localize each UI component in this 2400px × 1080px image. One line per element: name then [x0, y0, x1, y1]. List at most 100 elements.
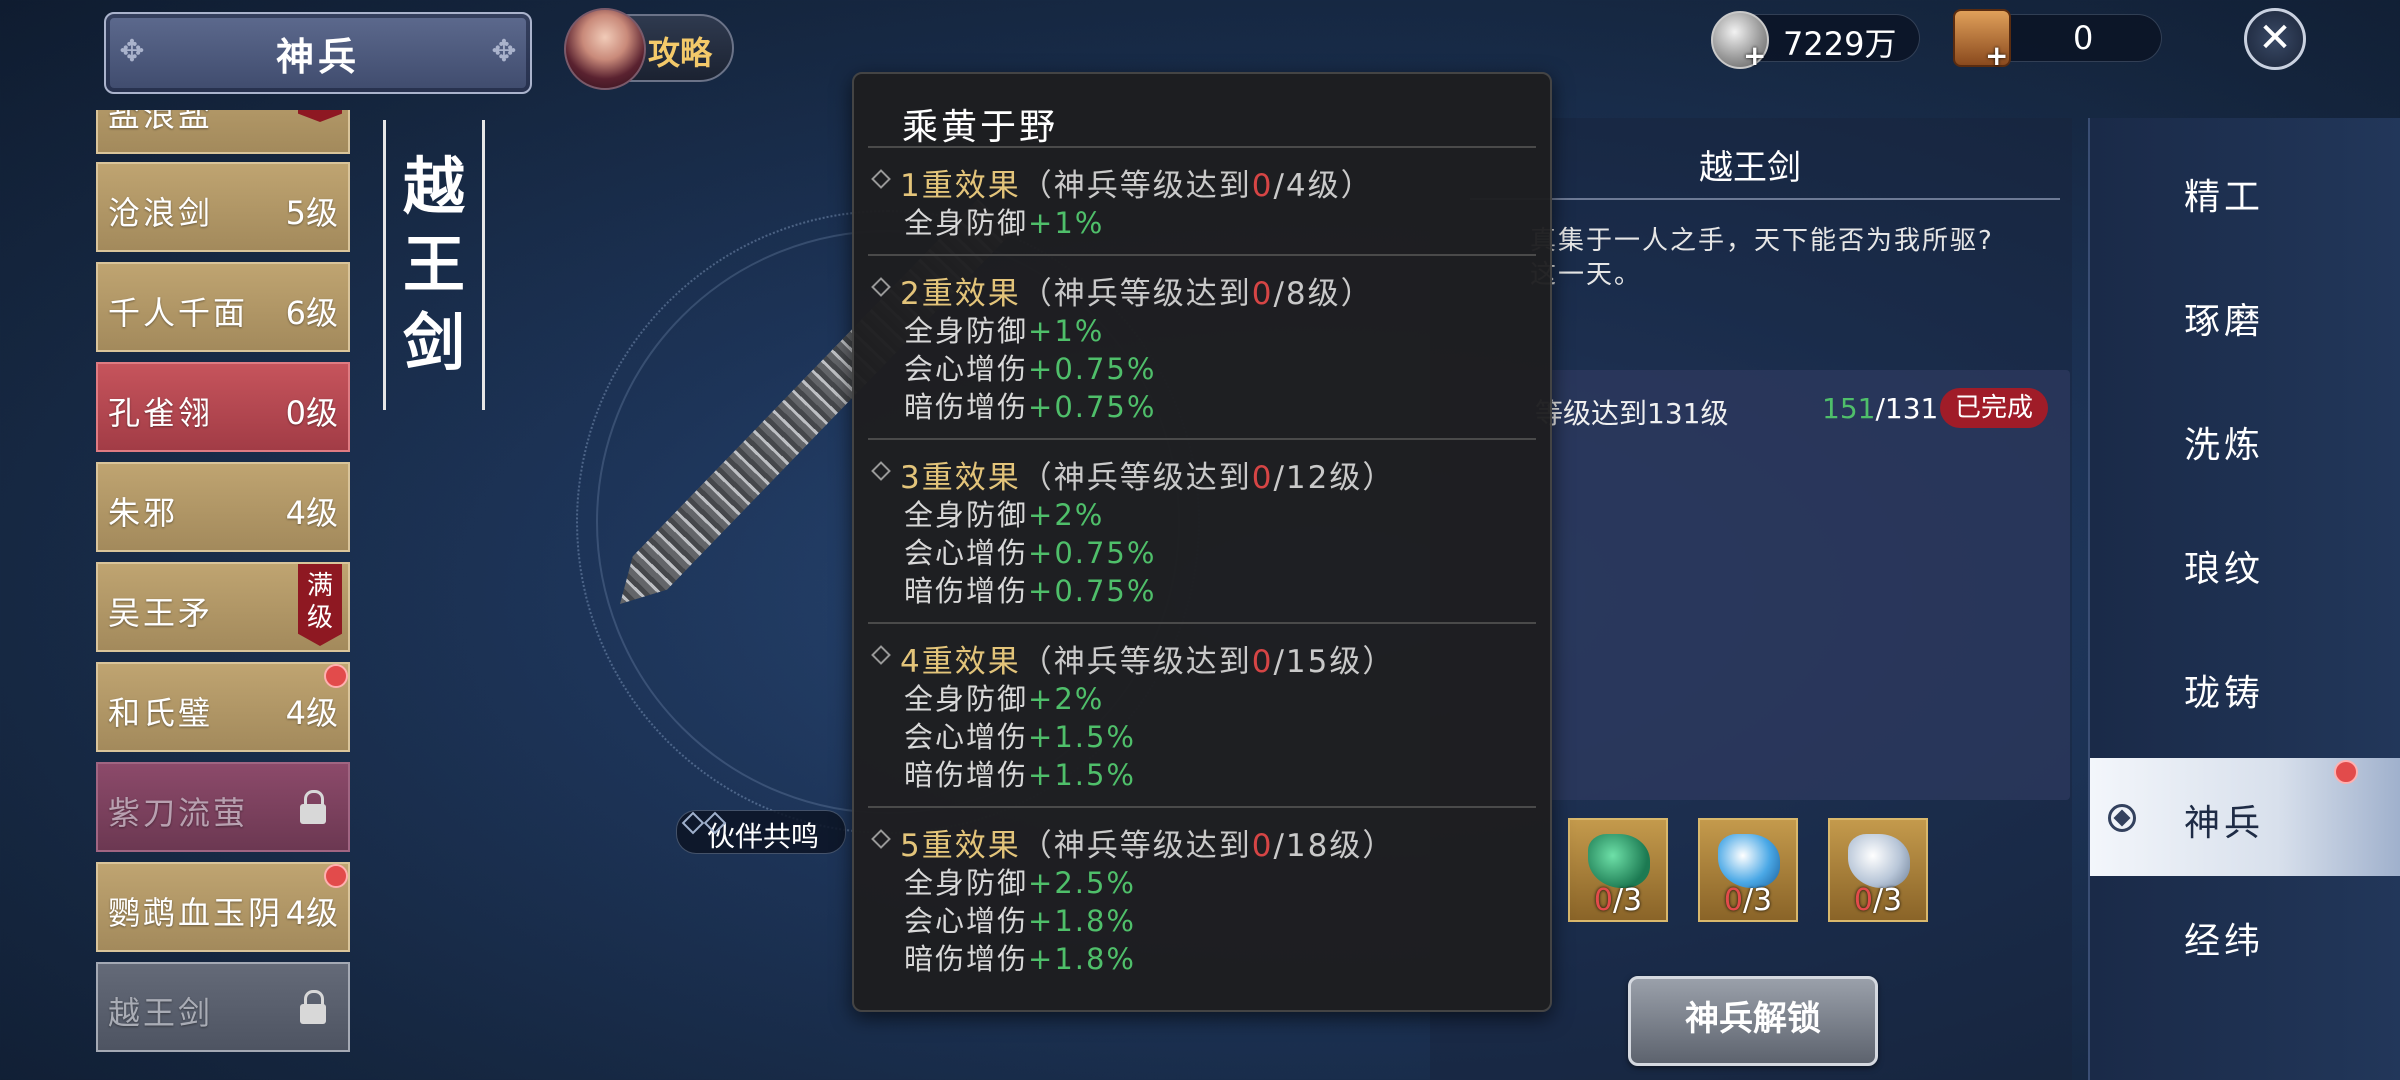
tier-heading: 1重效果（神兵等级达到0/4级）	[900, 168, 1374, 204]
ornament-left-icon: ✥	[119, 34, 145, 69]
weapon-name: 盐浪盐	[108, 110, 214, 134]
selected-icon	[2108, 804, 2136, 832]
tier-stat: 会心增伤+0.75%	[904, 536, 1157, 570]
max-level-badge: 级	[298, 110, 342, 122]
menu-label: 琢磨	[2184, 301, 2265, 342]
diamond-icon	[871, 277, 891, 297]
weapon-name: 紫刀流萤	[108, 794, 249, 832]
material-count: 0/3	[1723, 883, 1773, 918]
add-silver-icon: +	[1743, 39, 1767, 72]
list-item[interactable]: 越王剑	[96, 962, 350, 1052]
menu-label: 精工	[2184, 177, 2265, 218]
list-item[interactable]: 朱邪 4级	[96, 462, 350, 552]
partner-resonance-button[interactable]: 伙伴共鸣	[676, 810, 846, 854]
material-slot[interactable]: 0/3	[1828, 818, 1928, 922]
silver-ore-icon	[1848, 834, 1910, 888]
list-item[interactable]: 孔雀翎 0级	[96, 362, 350, 452]
weapon-list[interactable]: 盐浪盐 级 沧浪剑 5级 千人千面 6级 孔雀翎 0级 朱邪 4级 吴王矛 满级…	[96, 110, 354, 1065]
tier-stat: 全身防御+2%	[904, 682, 1105, 716]
tier-stat: 全身防御+2%	[904, 498, 1105, 532]
list-item[interactable]: 鹦鹉血玉阴 4级	[96, 862, 350, 952]
title-char: 剑	[402, 306, 465, 379]
menu-label: 琅纹	[2184, 549, 2265, 590]
max-level-badge: 满级	[298, 564, 342, 646]
menu-item-xilian[interactable]: 洗炼	[2090, 380, 2400, 498]
tier-stat: 全身防御+2.5%	[904, 866, 1136, 900]
list-item[interactable]: 和氏璧 4级	[96, 662, 350, 752]
diamond-icon	[871, 461, 891, 481]
list-item[interactable]: 沧浪剑 5级	[96, 162, 350, 252]
requirement-progress: 151/131	[1822, 392, 1939, 425]
diamond-icon	[871, 645, 891, 665]
tier-stat: 暗伤增伤+0.75%	[904, 574, 1157, 608]
divider	[868, 438, 1536, 440]
weapon-name: 越王剑	[108, 994, 214, 1032]
diamond-icon	[681, 811, 705, 835]
wave-crystal-icon	[1718, 834, 1780, 888]
menu-item-longzhu[interactable]: 珑铸	[2090, 628, 2400, 746]
weapon-level: 0级	[285, 394, 338, 432]
divider	[868, 254, 1536, 256]
tier-heading: 5重效果（神兵等级达到0/18级）	[900, 828, 1396, 864]
close-icon: ✕	[2258, 15, 2292, 61]
weapon-level: 4级	[285, 894, 338, 932]
unlock-weapon-button[interactable]: 神兵解锁	[1628, 976, 1878, 1066]
weapon-level: 4级	[285, 494, 338, 532]
menu-label: 珑铸	[2184, 673, 2265, 714]
material-slot[interactable]: 0/3	[1698, 818, 1798, 922]
list-item[interactable]: 紫刀流萤	[96, 762, 350, 852]
tier-stat: 暗伤增伤+0.75%	[904, 390, 1157, 424]
weapon-level: 5级	[285, 194, 338, 232]
diamond-icon	[871, 169, 891, 189]
list-item[interactable]: 吴王矛 满级	[96, 562, 350, 652]
tier-stat: 会心增伤+0.75%	[904, 352, 1157, 386]
weapon-vertical-title: 越 王 剑	[383, 120, 485, 410]
set-effect-tooltip: 乘黄于野 1重效果（神兵等级达到0/4级） 全身防御+1% 2重效果（神兵等级达…	[852, 72, 1552, 1012]
menu-item-jinggong[interactable]: 精工	[2090, 132, 2400, 250]
list-item[interactable]: 盐浪盐 级	[96, 110, 350, 154]
material-count: 0/3	[1853, 883, 1903, 918]
menu-item-jingwei[interactable]: 经纬	[2090, 876, 2400, 994]
weapon-name: 鹦鹉血玉阴	[108, 894, 284, 932]
chest-currency[interactable]: + 0	[1953, 9, 2162, 72]
menu-item-shenbing[interactable]: 神兵	[2090, 758, 2400, 876]
page-title-plate: ✥ 神兵 ✥	[104, 12, 532, 94]
status-badge: 已完成	[1940, 388, 2048, 428]
menu-item-langwen[interactable]: 琅纹	[2090, 504, 2400, 622]
right-menu: 精工 琢磨 洗炼 琅纹 珑铸 神兵 经纬	[2088, 118, 2400, 1080]
menu-label: 经纬	[2184, 921, 2265, 962]
green-ore-icon	[1588, 834, 1650, 888]
tier-heading: 3重效果（神兵等级达到0/12级）	[900, 460, 1396, 496]
title-char: 王	[402, 228, 465, 301]
guide-button[interactable]: 攻略	[564, 8, 734, 90]
weapon-name: 和氏璧	[108, 694, 214, 732]
requirement-text: 等级达到131级	[1535, 397, 1729, 430]
title-char: 越	[402, 150, 465, 223]
menu-label: 神兵	[2184, 803, 2265, 844]
list-item[interactable]: 千人千面 6级	[96, 262, 350, 352]
tier-heading: 2重效果（神兵等级达到0/8级）	[900, 276, 1374, 312]
page-title: 神兵	[275, 34, 360, 79]
silver-currency[interactable]: + 7229万	[1711, 11, 1920, 72]
material-slot[interactable]: 0/3	[1568, 818, 1668, 922]
weapon-description: 真集于一人之手，天下能否为我所驱?	[1530, 226, 1994, 256]
divider	[868, 806, 1536, 808]
tooltip-title: 乘黄于野	[902, 107, 1059, 148]
weapon-level: 4级	[285, 694, 338, 732]
tier-stat: 全身防御+1%	[904, 314, 1105, 348]
menu-item-zhuomo[interactable]: 琢磨	[2090, 256, 2400, 374]
chest-amount: 0	[2073, 19, 2094, 57]
tier-stat: 暗伤增伤+1.5%	[904, 758, 1136, 792]
lock-icon	[300, 790, 326, 824]
close-button[interactable]: ✕	[2244, 8, 2306, 70]
guide-label: 攻略	[648, 34, 713, 72]
silver-amount: 7229万	[1783, 25, 1897, 63]
tier-stat: 会心增伤+1.8%	[904, 904, 1136, 938]
divider	[1470, 198, 2060, 200]
notification-dot	[324, 864, 348, 888]
weapon-name: 吴王矛	[108, 594, 214, 632]
divider	[868, 146, 1536, 148]
lock-icon	[300, 990, 326, 1024]
notification-dot	[2334, 760, 2358, 784]
material-count: 0/3	[1593, 883, 1643, 918]
